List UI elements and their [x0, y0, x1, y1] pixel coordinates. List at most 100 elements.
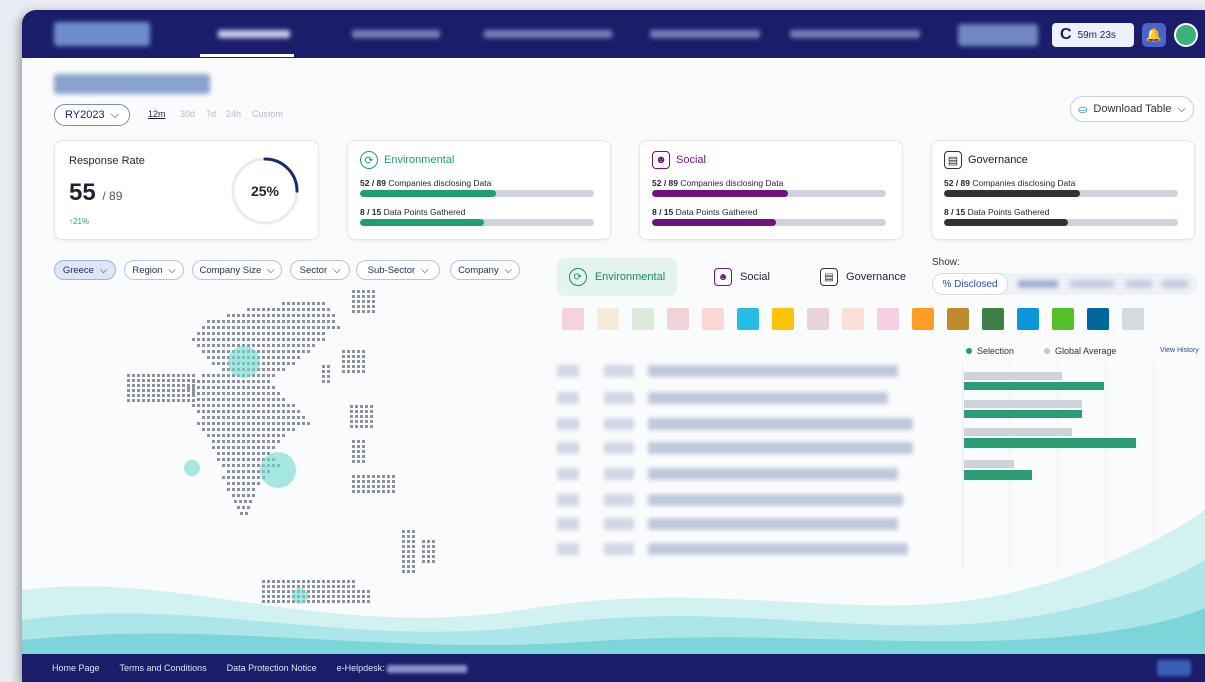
period-7d[interactable]: 7d: [206, 109, 216, 119]
nav-item-2[interactable]: [352, 30, 440, 38]
map-dot: [222, 476, 225, 479]
sdg-5-icon[interactable]: [702, 308, 724, 330]
map-dot: [232, 452, 235, 455]
map-dot: [272, 326, 275, 329]
sdg-1-icon[interactable]: [562, 308, 584, 330]
people-icon: ☻: [652, 151, 670, 169]
period-30d[interactable]: 30d: [180, 109, 195, 119]
footer-privacy-link[interactable]: Data Protection Notice: [227, 663, 317, 673]
sdg-2-icon[interactable]: [597, 308, 619, 330]
app-logo[interactable]: [54, 22, 150, 46]
footer-home-link[interactable]: Home Page: [52, 663, 100, 673]
sdg-9-icon[interactable]: [842, 308, 864, 330]
sdg-7-icon[interactable]: [772, 308, 794, 330]
refresh-icon[interactable]: C: [1060, 26, 1072, 44]
map-dot: [242, 476, 245, 479]
map-dot: [287, 356, 290, 359]
sdg-17-icon[interactable]: [1122, 308, 1144, 330]
footer-terms-link[interactable]: Terms and Conditions: [120, 663, 207, 673]
map-dot: [272, 332, 275, 335]
sdg-11-icon[interactable]: [912, 308, 934, 330]
map-dot: [277, 320, 280, 323]
environmental-card-title: ⟳ Environmental: [360, 151, 454, 169]
map-dot: [267, 350, 270, 353]
sub-sector-filter[interactable]: Sub-Sector ⌵: [356, 260, 440, 280]
map-dot: [207, 356, 210, 359]
sdg-6-icon[interactable]: [737, 308, 759, 330]
period-custom[interactable]: Custom: [252, 109, 283, 119]
map-dot: [355, 420, 358, 423]
sdg-12-icon[interactable]: [947, 308, 969, 330]
map-dot: [162, 379, 165, 382]
map-dot: [137, 379, 140, 382]
table-row-cell[interactable]: [648, 418, 913, 430]
map-dot: [207, 416, 210, 419]
show-option-3[interactable]: [1070, 280, 1114, 288]
map-dot: [212, 380, 215, 383]
company-filter[interactable]: Company ⌵: [450, 260, 520, 280]
show-option-2[interactable]: [1018, 280, 1058, 288]
period-12m[interactable]: 12m: [148, 109, 166, 119]
sdg-16-icon[interactable]: [1087, 308, 1109, 330]
map-dot: [217, 392, 220, 395]
show-option-5[interactable]: [1162, 280, 1188, 288]
bell-icon[interactable]: 🔔: [1142, 23, 1166, 47]
period-24h[interactable]: 24h: [226, 109, 241, 119]
nav-item-5[interactable]: [790, 30, 920, 38]
nav-item-4[interactable]: [650, 30, 760, 38]
map-dot: [267, 440, 270, 443]
map-dot: [262, 428, 265, 431]
nav-item-dashboard[interactable]: [218, 30, 290, 38]
table-row-cell[interactable]: [648, 468, 898, 480]
map-dot: [222, 356, 225, 359]
tab-governance[interactable]: ▤ Governance: [808, 258, 918, 296]
map-dot: [262, 392, 265, 395]
map-dot: [227, 380, 230, 383]
page-title: [54, 74, 210, 94]
map-dot: [247, 410, 250, 413]
sdg-14-icon[interactable]: [1017, 308, 1039, 330]
reporting-year-select[interactable]: RY2023 ⌵: [54, 104, 130, 126]
tab-social[interactable]: ☻ Social: [682, 258, 802, 296]
map-dot: [352, 305, 355, 308]
map-dot: [222, 344, 225, 347]
map-bubble-west[interactable]: [184, 460, 200, 476]
region-filter[interactable]: Region ⌵: [124, 260, 184, 280]
sector-filter[interactable]: Sector ⌵: [290, 260, 350, 280]
sdg-15-icon[interactable]: [1052, 308, 1074, 330]
map-dot: [362, 450, 365, 453]
sdg-3-icon[interactable]: [632, 308, 654, 330]
sdg-10-icon[interactable]: [877, 308, 899, 330]
legend-selection: Selection: [966, 346, 1014, 356]
map-dot: [247, 446, 250, 449]
map-dot: [272, 404, 275, 407]
map-dot: [207, 392, 210, 395]
map-dot: [262, 380, 265, 383]
company-size-filter[interactable]: Company Size ⌵: [192, 260, 282, 280]
table-row-cell[interactable]: [648, 392, 888, 404]
map-dot: [362, 310, 365, 313]
map-dot: [312, 332, 315, 335]
view-history-link[interactable]: View History: [1160, 347, 1199, 354]
table-row-cell[interactable]: [648, 365, 898, 377]
map-dot: [292, 308, 295, 311]
helpdesk-email[interactable]: [387, 664, 468, 673]
download-table-button[interactable]: ⛀ Download Table ⌵: [1070, 96, 1194, 122]
sdg-4-icon[interactable]: [667, 308, 689, 330]
map-dot: [297, 302, 300, 305]
country-filter[interactable]: Greece ⌵: [54, 260, 116, 280]
avatar[interactable]: [1174, 23, 1198, 47]
sdg-8-icon[interactable]: [807, 308, 829, 330]
map-dot: [202, 350, 205, 353]
map-bubble-north[interactable]: [228, 346, 260, 378]
sdg-13-icon[interactable]: [982, 308, 1004, 330]
map-dot: [147, 384, 150, 387]
tab-environmental[interactable]: ⟳ Environmental: [557, 258, 677, 296]
show-option-4[interactable]: [1126, 280, 1152, 288]
nav-item-3[interactable]: [484, 30, 612, 38]
table-row-cell[interactable]: [648, 442, 913, 454]
show-option-disclosed[interactable]: % Disclosed: [932, 273, 1008, 295]
organization-selector[interactable]: [958, 24, 1038, 46]
governance-title: Governance: [968, 154, 1028, 166]
map-dot: [217, 356, 220, 359]
